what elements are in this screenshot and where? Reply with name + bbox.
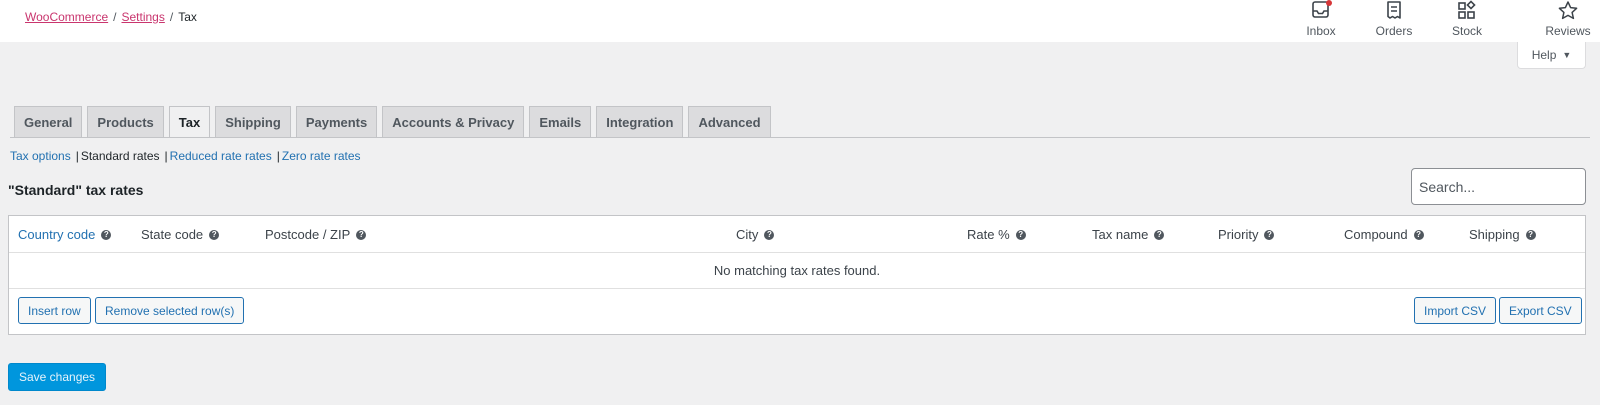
notification-dot <box>1326 0 1332 6</box>
section-title: "Standard" tax rates <box>8 182 144 198</box>
subnav-separator: | <box>75 149 79 163</box>
tax-rates-table: Country code? State code? Postcode / ZIP… <box>8 215 1586 335</box>
breadcrumb-settings-link[interactable]: Settings <box>121 10 164 24</box>
inbox-icon <box>1310 0 1332 22</box>
help-button[interactable]: Help ▼ <box>1517 42 1586 69</box>
save-changes-button[interactable]: Save changes <box>8 363 107 391</box>
subnav-tax-options[interactable]: Tax options <box>10 149 71 163</box>
remove-rows-button[interactable]: Remove selected row(s) <box>95 297 245 324</box>
activity-reviews-button[interactable]: Reviews <box>1540 0 1596 38</box>
breadcrumb-woocommerce-link[interactable]: WooCommerce <box>25 10 108 24</box>
search-input[interactable] <box>1411 168 1586 205</box>
breadcrumb-current: Tax <box>178 10 197 24</box>
column-city: City? <box>736 227 775 242</box>
chevron-down-icon: ▼ <box>1562 50 1572 60</box>
subnav-separator: | <box>276 149 280 163</box>
tab-advanced[interactable]: Advanced <box>688 106 771 137</box>
help-label: Help <box>1531 48 1557 62</box>
tab-payments[interactable]: Payments <box>295 106 378 137</box>
subnav-zero-rates[interactable]: Zero rate rates <box>282 149 361 163</box>
export-csv-button[interactable]: Export CSV <box>1499 297 1582 324</box>
tab-shipping[interactable]: Shipping <box>215 106 291 137</box>
stock-icon <box>1456 0 1478 22</box>
tab-accounts-privacy[interactable]: Accounts & Privacy <box>382 106 525 137</box>
help-tip-icon[interactable]: ? <box>356 229 367 240</box>
help-tip-icon[interactable]: ? <box>101 229 112 240</box>
tab-general[interactable]: General <box>14 106 83 137</box>
tab-products[interactable]: Products <box>87 106 164 137</box>
orders-icon <box>1383 0 1405 22</box>
column-tax-name: Tax name? <box>1092 227 1165 242</box>
insert-row-button[interactable]: Insert row <box>18 297 91 324</box>
header-bar: WooCommerce / Settings / Tax Inbox Orders St… <box>0 0 1600 42</box>
settings-tabs: General Products Tax Shipping Payments A… <box>14 106 771 138</box>
column-priority: Priority? <box>1218 227 1275 242</box>
column-rate: Rate %? <box>967 227 1026 242</box>
column-postcode: Postcode / ZIP? <box>265 227 367 242</box>
help-tip-icon[interactable]: ? <box>1154 229 1165 240</box>
column-state-code: State code? <box>141 227 220 242</box>
table-header: Country code? State code? Postcode / ZIP… <box>9 216 1585 253</box>
star-icon <box>1557 0 1579 22</box>
help-tip-icon[interactable]: ? <box>764 229 775 240</box>
help-tip-icon[interactable]: ? <box>1264 229 1275 240</box>
help-tip-icon[interactable]: ? <box>1525 229 1536 240</box>
breadcrumb-separator: / <box>113 10 117 24</box>
activity-orders-button[interactable]: Orders <box>1366 0 1422 38</box>
column-country-code[interactable]: Country code? <box>18 227 112 242</box>
subnav-reduced-rates[interactable]: Reduced rate rates <box>170 149 272 163</box>
tab-emails[interactable]: Emails <box>529 106 592 137</box>
column-shipping: Shipping? <box>1469 227 1536 242</box>
import-csv-button[interactable]: Import CSV <box>1414 297 1497 324</box>
empty-message: No matching tax rates found. <box>9 253 1585 289</box>
activity-stock-button[interactable]: Stock <box>1439 0 1495 38</box>
tab-tax[interactable]: Tax <box>168 106 211 138</box>
breadcrumb: WooCommerce / Settings / Tax <box>25 10 197 24</box>
activity-orders-label: Orders <box>1375 24 1413 38</box>
help-tip-icon[interactable]: ? <box>1015 229 1026 240</box>
column-compound: Compound? <box>1344 227 1424 242</box>
activity-inbox-button[interactable]: Inbox <box>1293 0 1349 38</box>
subnav-separator: | <box>164 149 168 163</box>
breadcrumb-separator: / <box>169 10 174 24</box>
tabs-divider <box>10 137 1590 138</box>
help-tip-icon[interactable]: ? <box>209 229 220 240</box>
subnav-standard-rates[interactable]: Standard rates <box>81 149 160 163</box>
tax-subnav: Tax options | Standard rates | Reduced rate … <box>10 149 361 163</box>
activity-inbox-label: Inbox <box>1306 24 1336 38</box>
tab-integration[interactable]: Integration <box>596 106 684 137</box>
help-tip-icon[interactable]: ? <box>1413 229 1424 240</box>
activity-reviews-label: Reviews <box>1545 24 1591 38</box>
activity-stock-label: Stock <box>1451 24 1482 38</box>
